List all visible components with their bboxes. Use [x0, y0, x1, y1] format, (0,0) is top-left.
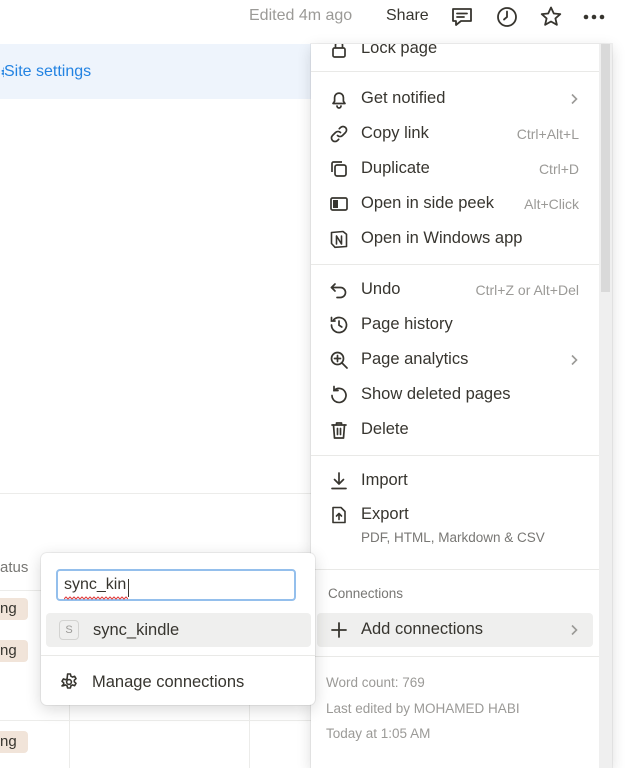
link-icon [328, 123, 350, 145]
analytics-icon [328, 349, 350, 371]
trash-icon [328, 419, 350, 441]
menu-scrollbar-thumb[interactable] [601, 44, 610, 292]
menu-item-duplicate[interactable]: Duplicate Ctrl+D [311, 152, 599, 186]
menu-divider [311, 569, 599, 570]
menu-item-label: Add connections [361, 620, 484, 638]
status-tag-label: ng [0, 642, 17, 659]
notion-app-icon [328, 228, 350, 250]
menu-item-label: Lock page [361, 44, 438, 57]
status-tag[interactable]: ng [0, 731, 28, 753]
menu-item-label: Page history [361, 315, 453, 333]
menu-divider [311, 656, 599, 657]
menu-item-open-side-peek[interactable]: Open in side peek Alt+Click [311, 187, 599, 221]
menu-item-label: Copy link [361, 124, 429, 142]
history-icon [328, 314, 350, 336]
status-tag-label: ng [0, 600, 17, 617]
share-button[interactable]: Share [386, 7, 429, 25]
chevron-right-icon [567, 623, 581, 637]
site-settings-link[interactable]: ⚙Site settings [0, 63, 91, 83]
menu-item-label: Import [361, 471, 408, 489]
menu-divider [311, 455, 599, 456]
menu-item-open-windows-app[interactable]: Open in Windows app [311, 222, 599, 256]
site-settings-label: Site settings [4, 63, 92, 80]
duplicate-icon [328, 158, 350, 180]
manage-connections-label: Manage connections [92, 673, 245, 691]
clock-icon[interactable] [494, 4, 520, 30]
menu-divider [311, 71, 599, 72]
more-icon[interactable] [581, 4, 607, 30]
lock-icon [328, 44, 350, 60]
shortcut-hint: Ctrl+Alt+L [516, 126, 579, 142]
spellcheck-underline [64, 596, 128, 600]
connection-result-label: sync_kindle [93, 621, 180, 639]
comment-icon[interactable] [449, 4, 475, 30]
edited-timestamp: Edited 4m ago [249, 7, 353, 24]
connection-result-item[interactable]: S sync_kindle [46, 613, 311, 647]
menu-item-show-deleted-pages[interactable]: Show deleted pages [311, 378, 599, 412]
connections-section-label: Connections [328, 586, 404, 601]
menu-item-delete[interactable]: Delete [311, 413, 599, 447]
menu-item-label: Export [361, 505, 409, 523]
menu-divider [311, 264, 599, 265]
page-options-menu: Lock page Get notified Copy link Ctrl+Al… [311, 44, 612, 768]
export-icon [328, 504, 350, 526]
menu-item-export[interactable]: Export PDF, HTML, Markdown & CSV [311, 498, 599, 550]
menu-item-label: Undo [361, 280, 401, 298]
menu-item-label: Get notified [361, 89, 446, 107]
gear-icon [58, 671, 80, 693]
text-caret [128, 579, 129, 597]
shortcut-hint: Ctrl+D [538, 161, 579, 177]
menu-item-copy-link[interactable]: Copy link Ctrl+Alt+L [311, 117, 599, 151]
connections-popup: S sync_kindle Manage connections [41, 553, 315, 705]
menu-item-add-connections[interactable]: Add connections [317, 613, 593, 647]
shortcut-hint: Ctrl+Z or Alt+Del [475, 282, 579, 298]
chevron-right-icon [567, 92, 581, 106]
menu-item-label: Delete [361, 420, 409, 438]
star-icon[interactable] [538, 4, 564, 30]
last-edited-by: Last edited by MOHAMED HABI [326, 701, 520, 716]
menu-item-page-history[interactable]: Page history [311, 308, 599, 342]
menu-item-label: Open in side peek [361, 194, 495, 212]
manage-connections-button[interactable]: Manage connections [46, 665, 311, 699]
integration-icon: S [59, 620, 79, 640]
chevron-right-icon [567, 353, 581, 367]
menu-item-label: Open in Windows app [361, 229, 523, 247]
menu-item-lock-page[interactable]: Lock page [311, 44, 599, 66]
side-peek-icon [328, 193, 350, 215]
divider [0, 493, 312, 494]
menu-item-get-notified[interactable]: Get notified [311, 82, 599, 116]
table-row-divider [0, 720, 312, 721]
menu-item-import[interactable]: Import [311, 464, 599, 498]
menu-item-undo[interactable]: Undo Ctrl+Z or Alt+Del [311, 273, 599, 307]
popup-divider [41, 655, 315, 656]
bell-icon [328, 88, 350, 110]
word-count: Word count: 769 [326, 675, 425, 690]
import-icon [328, 470, 350, 492]
status-column-header: atus [0, 559, 29, 576]
export-formats-hint: PDF, HTML, Markdown & CSV [361, 530, 545, 545]
restore-icon [328, 384, 350, 406]
shortcut-hint: Alt+Click [524, 196, 579, 212]
status-tag-label: ng [0, 733, 17, 750]
menu-item-label: Duplicate [361, 159, 430, 177]
last-edited-time: Today at 1:05 AM [326, 726, 431, 741]
undo-icon [328, 279, 350, 301]
status-tag[interactable]: ng [0, 598, 28, 620]
menu-item-label: Show deleted pages [361, 385, 511, 403]
status-tag[interactable]: ng [0, 640, 28, 662]
menu-item-label: Page analytics [361, 350, 469, 368]
top-bar: Edited 4m ago Share [0, 0, 625, 36]
plus-icon [328, 619, 350, 641]
menu-item-page-analytics[interactable]: Page analytics [311, 343, 599, 377]
